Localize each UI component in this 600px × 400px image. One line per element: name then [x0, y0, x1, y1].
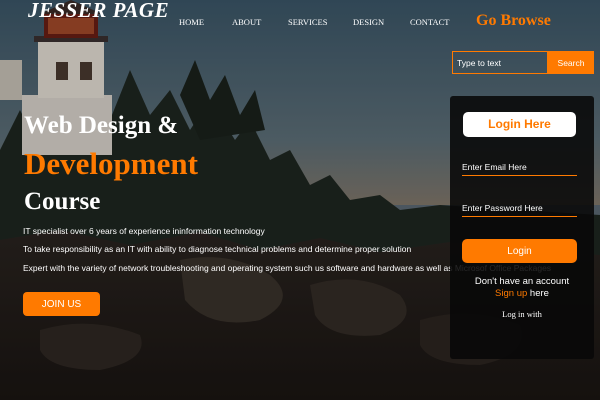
nav-item-design[interactable]: DESIGN	[353, 17, 384, 27]
no-account-text: Don't have an account	[474, 276, 570, 287]
login-button[interactable]: Login	[462, 239, 577, 263]
login-with-text: Log in with	[502, 309, 542, 319]
nav-item-home[interactable]: HOME	[179, 17, 204, 27]
hero-paragraph: IT specialist over 6 years of experience…	[23, 226, 265, 236]
brand-logo[interactable]: JESSER PAGE	[28, 0, 169, 23]
go-browse-title: Go Browse	[476, 12, 551, 29]
signup-line: Sign up here	[450, 288, 594, 299]
login-panel: Login Here Login Don't have an account S…	[450, 96, 594, 359]
search-button[interactable]: Search	[548, 51, 594, 74]
join-us-button[interactable]: JOIN US	[23, 292, 100, 316]
nav-item-services[interactable]: SERVICES	[288, 17, 327, 27]
login-heading: Login Here	[463, 112, 576, 137]
hero-title-line3: Course	[24, 188, 101, 215]
hero-title-line1: Web Design &	[24, 112, 179, 139]
hero-title-line2: Development	[24, 146, 198, 181]
nav-item-contact[interactable]: CONTACT	[410, 17, 449, 27]
hero-paragraph: To take responsibility as an IT with abi…	[23, 244, 412, 254]
signup-link[interactable]: Sign up	[495, 288, 527, 299]
search-bar: Search	[452, 51, 594, 74]
signup-suffix: here	[527, 288, 549, 299]
email-field[interactable]	[462, 159, 577, 176]
nav-item-about[interactable]: ABOUT	[232, 17, 261, 27]
password-field[interactable]	[462, 200, 577, 217]
search-input[interactable]	[452, 51, 548, 74]
